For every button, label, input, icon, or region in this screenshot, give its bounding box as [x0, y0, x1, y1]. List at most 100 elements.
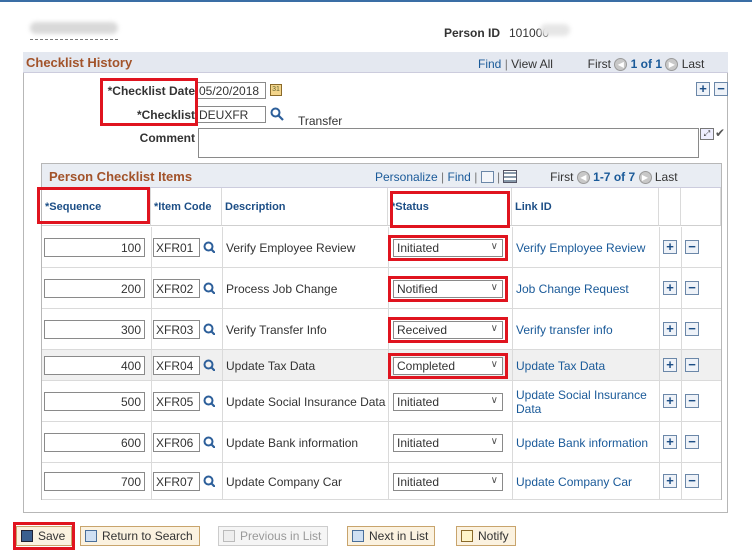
history-first-label: First	[587, 57, 611, 71]
row-delete-button[interactable]: −	[685, 358, 699, 372]
checklist-input[interactable]: DEUXFR	[196, 106, 266, 123]
checklist-items-title: Person Checklist Items	[49, 169, 193, 184]
lookup-icon[interactable]	[203, 475, 215, 487]
chevron-down-icon: ∨	[490, 395, 498, 406]
cell-divider	[222, 381, 223, 421]
lookup-icon[interactable]	[203, 395, 215, 407]
lookup-icon[interactable]	[203, 436, 215, 448]
expand-comment-icon[interactable]: ⤢	[700, 128, 714, 140]
highlight-status-cell	[388, 353, 508, 379]
link-id-link[interactable]: Verify transfer info	[516, 323, 656, 337]
previous-list-icon	[223, 530, 235, 542]
lookup-icon[interactable]	[203, 323, 215, 335]
highlight-status-cell	[388, 276, 508, 302]
checklist-date-input[interactable]: 05/20/2018	[196, 82, 266, 99]
person-id-label: Person ID	[444, 26, 501, 40]
row-add-button[interactable]: +	[663, 322, 677, 336]
row-add-button[interactable]: +	[663, 394, 677, 408]
column-link-id[interactable]: Link ID	[512, 188, 659, 226]
link-id-link[interactable]: Update Company Car	[516, 475, 656, 489]
status-select[interactable]: Initiated ∨	[393, 434, 503, 452]
previous-arrow-icon[interactable]: ◀	[614, 58, 628, 72]
cell-divider	[222, 227, 223, 267]
row-delete-button[interactable]: −	[685, 474, 699, 488]
item-description: Verify Employee Review	[226, 241, 356, 255]
history-view-all-link[interactable]: View All	[511, 57, 553, 71]
sequence-input[interactable]: 100	[44, 238, 145, 257]
status-select[interactable]: Initiated ∨	[393, 473, 503, 491]
personalize-link[interactable]: Personalize	[375, 170, 438, 184]
row-add-button[interactable]: +	[663, 281, 677, 295]
link-id-link[interactable]: Update Social Insurance Data	[516, 388, 656, 416]
sequence-input[interactable]: 700	[44, 472, 145, 491]
previous-in-list-button[interactable]: Previous in List	[218, 526, 329, 546]
row-delete-button[interactable]: −	[685, 322, 699, 336]
next-in-list-button[interactable]: Next in List	[347, 526, 436, 546]
download-grid-icon[interactable]	[503, 170, 518, 183]
column-item-code[interactable]: *Item Code	[151, 188, 222, 226]
row-delete-button[interactable]: −	[685, 394, 699, 408]
cell-divider	[151, 350, 152, 380]
status-select[interactable]: Initiated ∨	[393, 393, 503, 411]
spellcheck-icon[interactable]: ✔	[715, 126, 725, 140]
cell-divider	[659, 309, 660, 349]
link-id-link[interactable]: Update Bank information	[516, 436, 656, 450]
table-row: 700 XFR07 Update Company Car Initiated ∨ Upda…	[42, 463, 721, 500]
row-delete-button[interactable]: −	[685, 281, 699, 295]
save-button[interactable]: Save	[16, 526, 73, 546]
cell-divider	[151, 227, 152, 267]
row-add-button[interactable]: +	[663, 240, 677, 254]
item-code-input[interactable]: XFR02	[153, 279, 200, 298]
row-delete-button[interactable]: −	[685, 435, 699, 449]
table-row: 400 XFR04 Update Tax Data Completed ∨ Update …	[42, 350, 721, 381]
grid-next-arrow-icon[interactable]: ▶	[638, 171, 652, 185]
comment-textarea[interactable]	[198, 128, 699, 158]
grid-first-label: First	[550, 170, 574, 184]
history-add-button[interactable]: +	[696, 82, 710, 96]
cell-divider	[681, 381, 682, 421]
cell-divider	[151, 268, 152, 308]
item-code-input[interactable]: XFR05	[153, 392, 200, 411]
sequence-input[interactable]: 300	[44, 320, 145, 339]
sequence-input[interactable]: 200	[44, 279, 145, 298]
new-window-icon[interactable]	[480, 171, 494, 183]
column-description[interactable]: Description	[222, 188, 388, 226]
sequence-input[interactable]: 600	[44, 433, 145, 452]
chevron-down-icon: ∨	[490, 475, 498, 486]
link-id-link[interactable]: Job Change Request	[516, 282, 656, 296]
item-code-input[interactable]: XFR03	[153, 320, 200, 339]
history-delete-button[interactable]: −	[714, 82, 728, 96]
table-row: 500 XFR05 Update Social Insurance Data Init…	[42, 381, 721, 422]
lookup-icon[interactable]	[203, 359, 215, 371]
grid-previous-arrow-icon[interactable]: ◀	[576, 171, 590, 185]
item-code-input[interactable]: XFR04	[153, 356, 200, 375]
link-id-link[interactable]: Verify Employee Review	[516, 241, 656, 255]
cell-divider	[681, 350, 682, 380]
sequence-input[interactable]: 500	[44, 392, 145, 411]
cell-divider	[222, 463, 223, 499]
sequence-input[interactable]: 400	[44, 356, 145, 375]
calendar-icon[interactable]: 31	[270, 84, 282, 96]
row-add-button[interactable]: +	[663, 474, 677, 488]
row-add-button[interactable]: +	[663, 358, 677, 372]
history-find-link[interactable]: Find	[478, 57, 501, 71]
notify-button[interactable]: Notify	[456, 526, 516, 546]
cell-divider	[151, 381, 152, 421]
column-add	[659, 188, 681, 226]
row-add-button[interactable]: +	[663, 435, 677, 449]
row-delete-button[interactable]: −	[685, 240, 699, 254]
next-arrow-icon[interactable]: ▶	[665, 58, 679, 72]
lookup-icon[interactable]	[203, 241, 215, 253]
lookup-icon[interactable]	[203, 282, 215, 294]
item-code-input[interactable]: XFR07	[153, 472, 200, 491]
chevron-down-icon: ∨	[490, 436, 498, 447]
grid-page-count: 1-7 of 7	[593, 170, 636, 184]
lookup-icon[interactable]	[270, 107, 284, 121]
grid-find-link[interactable]: Find	[448, 170, 471, 184]
item-code-input[interactable]: XFR06	[153, 433, 200, 452]
cell-divider	[388, 381, 389, 421]
return-to-search-button[interactable]: Return to Search	[80, 526, 200, 546]
item-code-input[interactable]: XFR01	[153, 238, 200, 257]
link-id-link[interactable]: Update Tax Data	[516, 359, 656, 373]
cell-divider	[512, 422, 513, 462]
